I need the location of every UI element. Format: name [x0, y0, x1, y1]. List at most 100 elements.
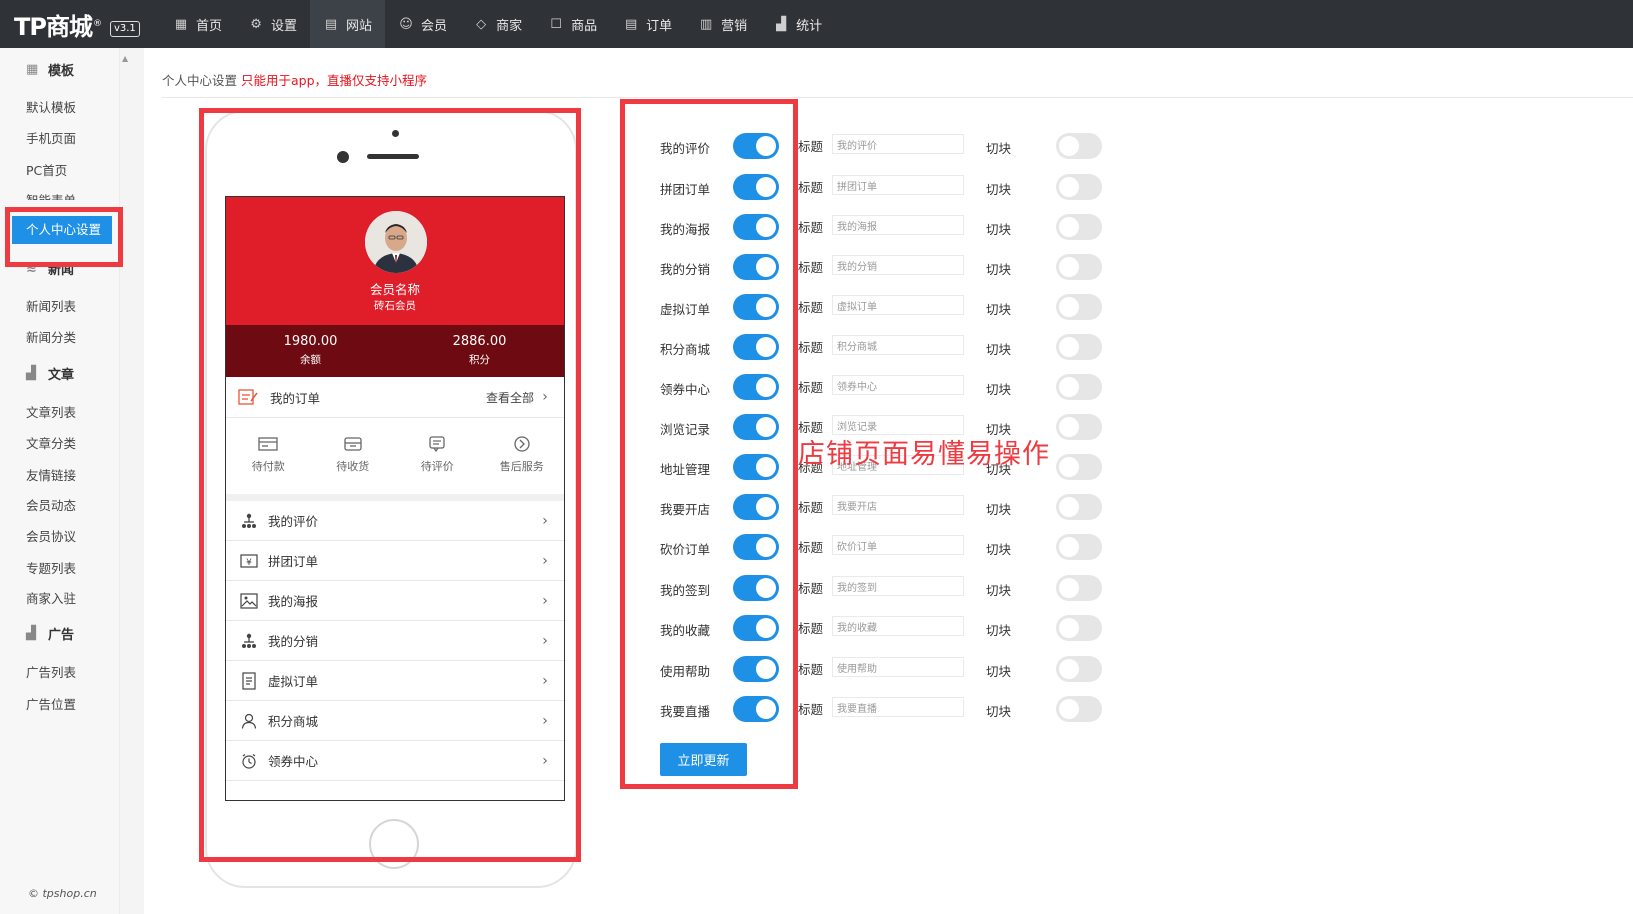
title-input[interactable]	[832, 657, 964, 677]
nav-label: 营销	[721, 18, 748, 34]
enable-toggle[interactable]	[733, 334, 779, 360]
title-input[interactable]	[832, 535, 964, 555]
block-toggle[interactable]	[1056, 615, 1102, 641]
enable-toggle[interactable]	[733, 174, 779, 200]
grid-icon: ▦	[26, 62, 39, 77]
enable-toggle[interactable]	[733, 133, 779, 159]
title-input[interactable]	[832, 616, 964, 636]
block-toggle[interactable]	[1056, 214, 1102, 240]
switch-label: 切块	[986, 222, 1012, 237]
bar-chart-icon: ▟	[776, 16, 787, 32]
setting-name: 我要直播	[660, 704, 711, 719]
block-toggle[interactable]	[1056, 414, 1102, 440]
sidebar-item-mobile-page[interactable]: 手机页面	[26, 128, 76, 147]
sidebar-item-pc-home[interactable]: PC首页	[26, 160, 67, 179]
toggle-knob	[1059, 136, 1079, 156]
title-input[interactable]	[832, 495, 964, 515]
block-toggle[interactable]	[1056, 534, 1102, 560]
toggle-knob	[1059, 417, 1079, 437]
enable-toggle[interactable]	[733, 254, 779, 280]
block-toggle[interactable]	[1056, 174, 1102, 200]
nav-item-orders[interactable]: ▤ 订单	[610, 0, 685, 48]
sidebar-item-member-news[interactable]: 会员动态	[26, 495, 76, 514]
highlight-box-toggles	[620, 99, 798, 789]
block-toggle[interactable]	[1056, 374, 1102, 400]
page-title: 个人中心设置	[162, 73, 238, 88]
title-input[interactable]	[832, 215, 964, 235]
setting-row-my-distribution: 我的分销 标题 切块	[640, 254, 1102, 280]
block-toggle[interactable]	[1056, 133, 1102, 159]
title-input[interactable]	[832, 335, 964, 355]
block-toggle[interactable]	[1056, 494, 1102, 520]
chart-icon: ▟	[26, 366, 36, 381]
enable-toggle[interactable]	[733, 494, 779, 520]
enable-toggle[interactable]	[733, 615, 779, 641]
enable-toggle[interactable]	[733, 414, 779, 440]
block-toggle[interactable]	[1056, 294, 1102, 320]
scrollbar[interactable]	[120, 48, 144, 914]
enable-toggle[interactable]	[733, 696, 779, 722]
nav-item-goods[interactable]: ☐ 商品	[535, 0, 610, 48]
breadcrumb: 个人中心设置 只能用于app，直播仅支持小程序	[162, 70, 427, 89]
nav-label: 首页	[196, 18, 223, 34]
title-label: 标题	[798, 581, 824, 596]
nav-item-members[interactable]: ☺ 会员	[385, 0, 460, 48]
toggle-knob	[1059, 578, 1079, 598]
sidebar-item-news-list[interactable]: 新闻列表	[26, 296, 76, 315]
sidebar-item-article-list[interactable]: 文章列表	[26, 402, 76, 421]
title-input[interactable]	[832, 375, 964, 395]
title-input[interactable]	[832, 255, 964, 275]
nav-item-marketing[interactable]: ▥ 营销	[685, 0, 760, 48]
enable-toggle[interactable]	[733, 454, 779, 480]
block-toggle[interactable]	[1056, 254, 1102, 280]
block-toggle[interactable]	[1056, 656, 1102, 682]
toggle-knob	[1059, 659, 1079, 679]
website-icon: ▤	[324, 16, 338, 32]
toggle-knob	[1059, 257, 1079, 277]
scroll-up-icon[interactable]: ▲	[122, 54, 128, 63]
sidebar-item-merchant-join[interactable]: 商家入驻	[26, 588, 76, 607]
nav-item-stats[interactable]: ▟ 统计	[760, 0, 835, 48]
gear-icon: ⚙	[250, 16, 262, 32]
enable-toggle[interactable]	[733, 534, 779, 560]
title-input[interactable]	[832, 175, 964, 195]
switch-label: 切块	[986, 704, 1012, 719]
switch-label: 切块	[986, 664, 1012, 679]
sidebar-item-friend-links[interactable]: 友情链接	[26, 465, 76, 484]
block-toggle[interactable]	[1056, 575, 1102, 601]
switch-label: 切块	[986, 182, 1012, 197]
nav-item-merchants[interactable]: ◇ 商家	[460, 0, 535, 48]
sidebar-item-smart-form[interactable]: 智能表单	[26, 190, 76, 200]
enable-toggle[interactable]	[733, 656, 779, 682]
sidebar-item-news-category[interactable]: 新闻分类	[26, 327, 76, 346]
enable-toggle[interactable]	[733, 294, 779, 320]
nav-item-home[interactable]: ▦ 首页	[160, 0, 235, 48]
switch-label: 切块	[986, 141, 1012, 156]
setting-name: 我的分销	[660, 262, 711, 277]
title-input[interactable]	[832, 697, 964, 717]
toggle-knob	[1059, 337, 1079, 357]
nav-label: 统计	[796, 18, 823, 34]
sidebar-item-article-category[interactable]: 文章分类	[26, 433, 76, 452]
enable-toggle[interactable]	[733, 575, 779, 601]
sidebar-item-ad-position[interactable]: 广告位置	[26, 694, 76, 713]
block-toggle[interactable]	[1056, 334, 1102, 360]
sidebar-item-topic-list[interactable]: 专题列表	[26, 558, 76, 577]
block-toggle[interactable]	[1056, 696, 1102, 722]
update-now-button[interactable]: 立即更新	[660, 743, 747, 776]
block-toggle[interactable]	[1056, 454, 1102, 480]
title-input[interactable]	[832, 134, 964, 154]
enable-toggle[interactable]	[733, 374, 779, 400]
sidebar-item-member-agreement[interactable]: 会员协议	[26, 526, 76, 545]
enable-toggle[interactable]	[733, 214, 779, 240]
logo[interactable]: TP商城 ® v3.1	[0, 7, 160, 42]
sidebar-item-ad-list[interactable]: 广告列表	[26, 662, 76, 681]
nav-item-website[interactable]: ▤ 网站	[310, 0, 386, 48]
title-input[interactable]	[832, 576, 964, 596]
nav-item-settings[interactable]: ⚙ 设置	[235, 0, 310, 48]
sidebar-item-default-template[interactable]: 默认模板	[26, 97, 76, 116]
setting-row-check-in: 我的签到 标题 切块	[640, 575, 1102, 601]
highlight-box-phone	[199, 108, 581, 862]
top-navbar: TP商城 ® v3.1 ▦ 首页 ⚙ 设置 ▤ 网站 ☺ 会员 ◇ 商家 ☐ 商品 ▤ 订单 …	[0, 0, 1633, 48]
title-input[interactable]	[832, 295, 964, 315]
